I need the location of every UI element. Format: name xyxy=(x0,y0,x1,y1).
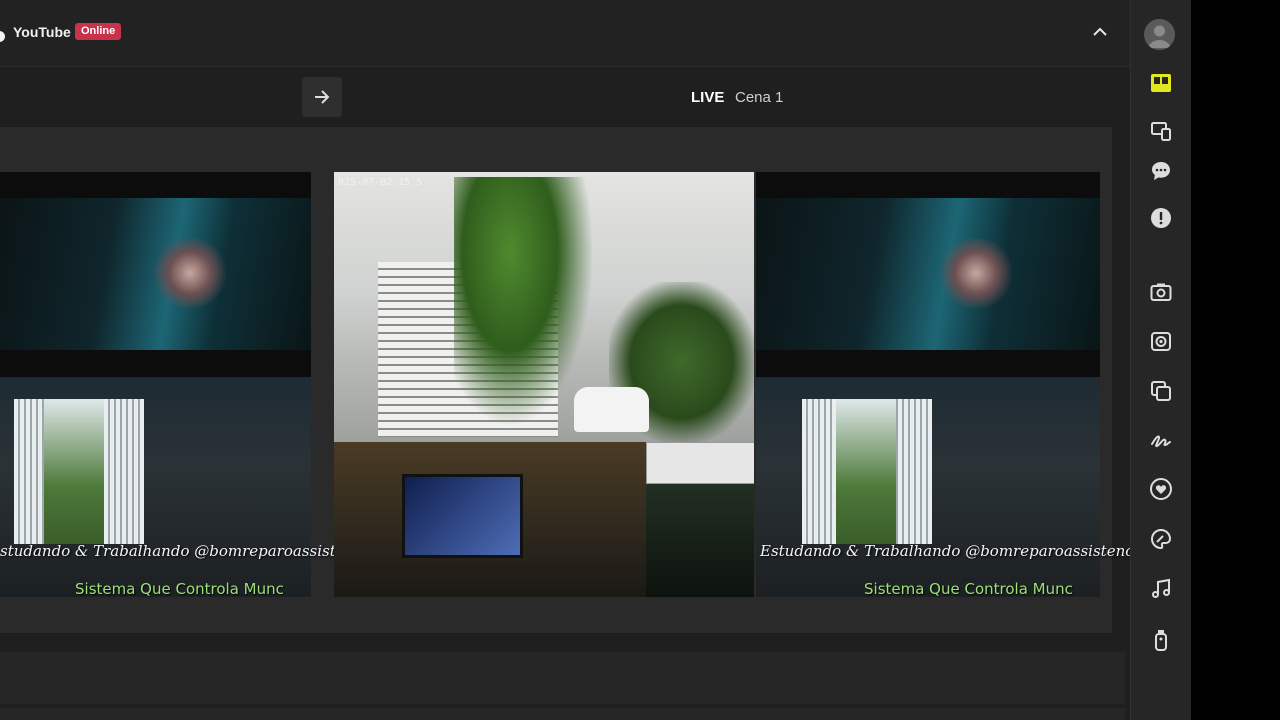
virtual-camera-icon[interactable] xyxy=(1146,326,1176,356)
platform-name: YouTube xyxy=(13,24,71,40)
signature-icon[interactable] xyxy=(1146,425,1176,455)
preview-left[interactable]: studando & Trabalhando @bomreparoassiste… xyxy=(0,172,363,598)
plant xyxy=(454,177,594,427)
layout-icon[interactable] xyxy=(1146,68,1176,98)
camera-icon[interactable] xyxy=(1146,277,1176,307)
avatar[interactable] xyxy=(1144,19,1175,50)
desk-camera-feed xyxy=(334,442,646,597)
monitor xyxy=(402,474,523,558)
face xyxy=(150,238,230,308)
overlay-text-1: studando & Trabalhando @bomreparoassiste… xyxy=(0,542,363,560)
platform-status-dot xyxy=(0,31,5,42)
alert-icon[interactable] xyxy=(1146,203,1176,233)
room-feed xyxy=(0,377,311,597)
webcam-feed xyxy=(0,198,311,350)
transition-button[interactable] xyxy=(302,77,342,117)
face xyxy=(936,238,1016,308)
room-feed xyxy=(756,377,1100,597)
chevron-up-icon[interactable] xyxy=(1086,18,1114,46)
arrow-right-icon xyxy=(315,90,330,104)
platform-header[interactable]: YouTube Online xyxy=(0,0,1130,67)
lower-panel xyxy=(0,652,1125,704)
palette-icon[interactable] xyxy=(1146,524,1176,554)
webcam-feed xyxy=(756,198,1100,350)
overlay-text-2: Sistema Que Controla Munc xyxy=(75,580,284,598)
overlay-text-2: Sistema Que Controla Munc xyxy=(864,580,1073,598)
preview-right[interactable] xyxy=(756,172,1100,597)
chat-icon[interactable] xyxy=(1146,156,1176,186)
bottom-strip xyxy=(0,708,1125,720)
studio-bar xyxy=(0,67,1130,127)
devices-icon[interactable] xyxy=(1146,116,1176,146)
car xyxy=(574,387,649,432)
right-sidebar xyxy=(1130,0,1191,720)
window-fragment xyxy=(646,442,754,484)
camera-timestamp: 025-07-02 15 5 xyxy=(338,177,423,188)
room-window-view xyxy=(836,399,896,544)
outdoor-camera-feed: 025-07-02 15 5 xyxy=(334,172,754,442)
room-window-view xyxy=(44,399,104,544)
status-badge: Online xyxy=(75,23,122,40)
heart-icon[interactable] xyxy=(1146,474,1176,504)
remote-icon[interactable] xyxy=(1146,625,1176,655)
overlay-text-1: Estudando & Trabalhando @bomreparoassist… xyxy=(760,542,1134,560)
live-label: LIVE xyxy=(691,89,725,106)
scene-name[interactable]: Cena 1 xyxy=(735,89,783,106)
preview-center[interactable]: 025-07-02 15 5 xyxy=(334,172,754,597)
music-icon[interactable] xyxy=(1146,574,1176,604)
layers-icon[interactable] xyxy=(1146,376,1176,406)
empty-area xyxy=(1191,0,1280,720)
main-panel: YouTube Online LIVE Cena 1 studando & Tr… xyxy=(0,0,1134,720)
avatar-icon xyxy=(1148,25,1171,48)
